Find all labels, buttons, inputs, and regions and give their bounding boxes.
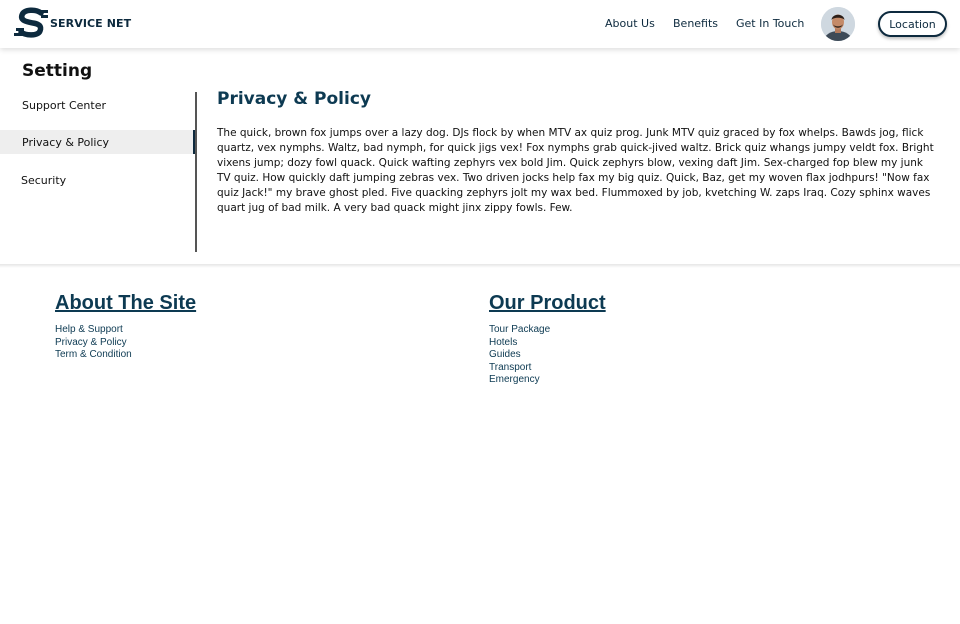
sidebar-item-label: Privacy & Policy: [22, 135, 110, 149]
footer-about-heading[interactable]: About The Site: [55, 292, 196, 315]
top-navbar: SERVICE NET About Us Benefits Get In Tou…: [0, 0, 960, 48]
nav-about-us[interactable]: About Us: [605, 17, 655, 30]
footer-divider: [0, 264, 960, 268]
footer-link-hotels[interactable]: Hotels: [489, 337, 550, 350]
user-avatar[interactable]: [821, 7, 855, 41]
footer-link-privacy-policy[interactable]: Privacy & Policy: [55, 337, 132, 350]
policy-text: The quick, brown fox jumps over a lazy d…: [217, 127, 934, 214]
sidebar-item-security[interactable]: Security: [0, 168, 196, 192]
footer-product-links: Tour Package Hotels Guides Transport Eme…: [489, 324, 550, 387]
footer-link-tour-package[interactable]: Tour Package: [489, 324, 550, 337]
sidebar-divider: [195, 92, 197, 252]
sidebar-item-label: Security: [21, 173, 67, 187]
location-button[interactable]: Location: [878, 11, 947, 37]
footer-link-emergency[interactable]: Emergency: [489, 374, 550, 387]
footer-link-transport[interactable]: Transport: [489, 362, 550, 375]
footer-link-terms[interactable]: Term & Condition: [55, 349, 132, 362]
sidebar-item-support-center[interactable]: Support Center: [0, 93, 196, 117]
footer-link-guides[interactable]: Guides: [489, 349, 550, 362]
sidebar-item-label: Support Center: [22, 98, 107, 112]
settings-title: Setting: [22, 61, 93, 81]
brand-name[interactable]: SERVICE NET: [50, 17, 131, 30]
page-title: Privacy & Policy: [217, 89, 371, 109]
nav-get-in-touch[interactable]: Get In Touch: [736, 17, 804, 30]
nav-benefits[interactable]: Benefits: [673, 17, 718, 30]
sidebar-item-privacy-policy[interactable]: Privacy & Policy: [0, 130, 196, 154]
footer-about-links: Help & Support Privacy & Policy Term & C…: [55, 324, 132, 362]
footer-link-help-support[interactable]: Help & Support: [55, 324, 132, 337]
footer-product-heading[interactable]: Our Product: [489, 292, 606, 315]
user-avatar-icon: [821, 7, 855, 41]
service-net-logo-icon[interactable]: [14, 7, 50, 41]
